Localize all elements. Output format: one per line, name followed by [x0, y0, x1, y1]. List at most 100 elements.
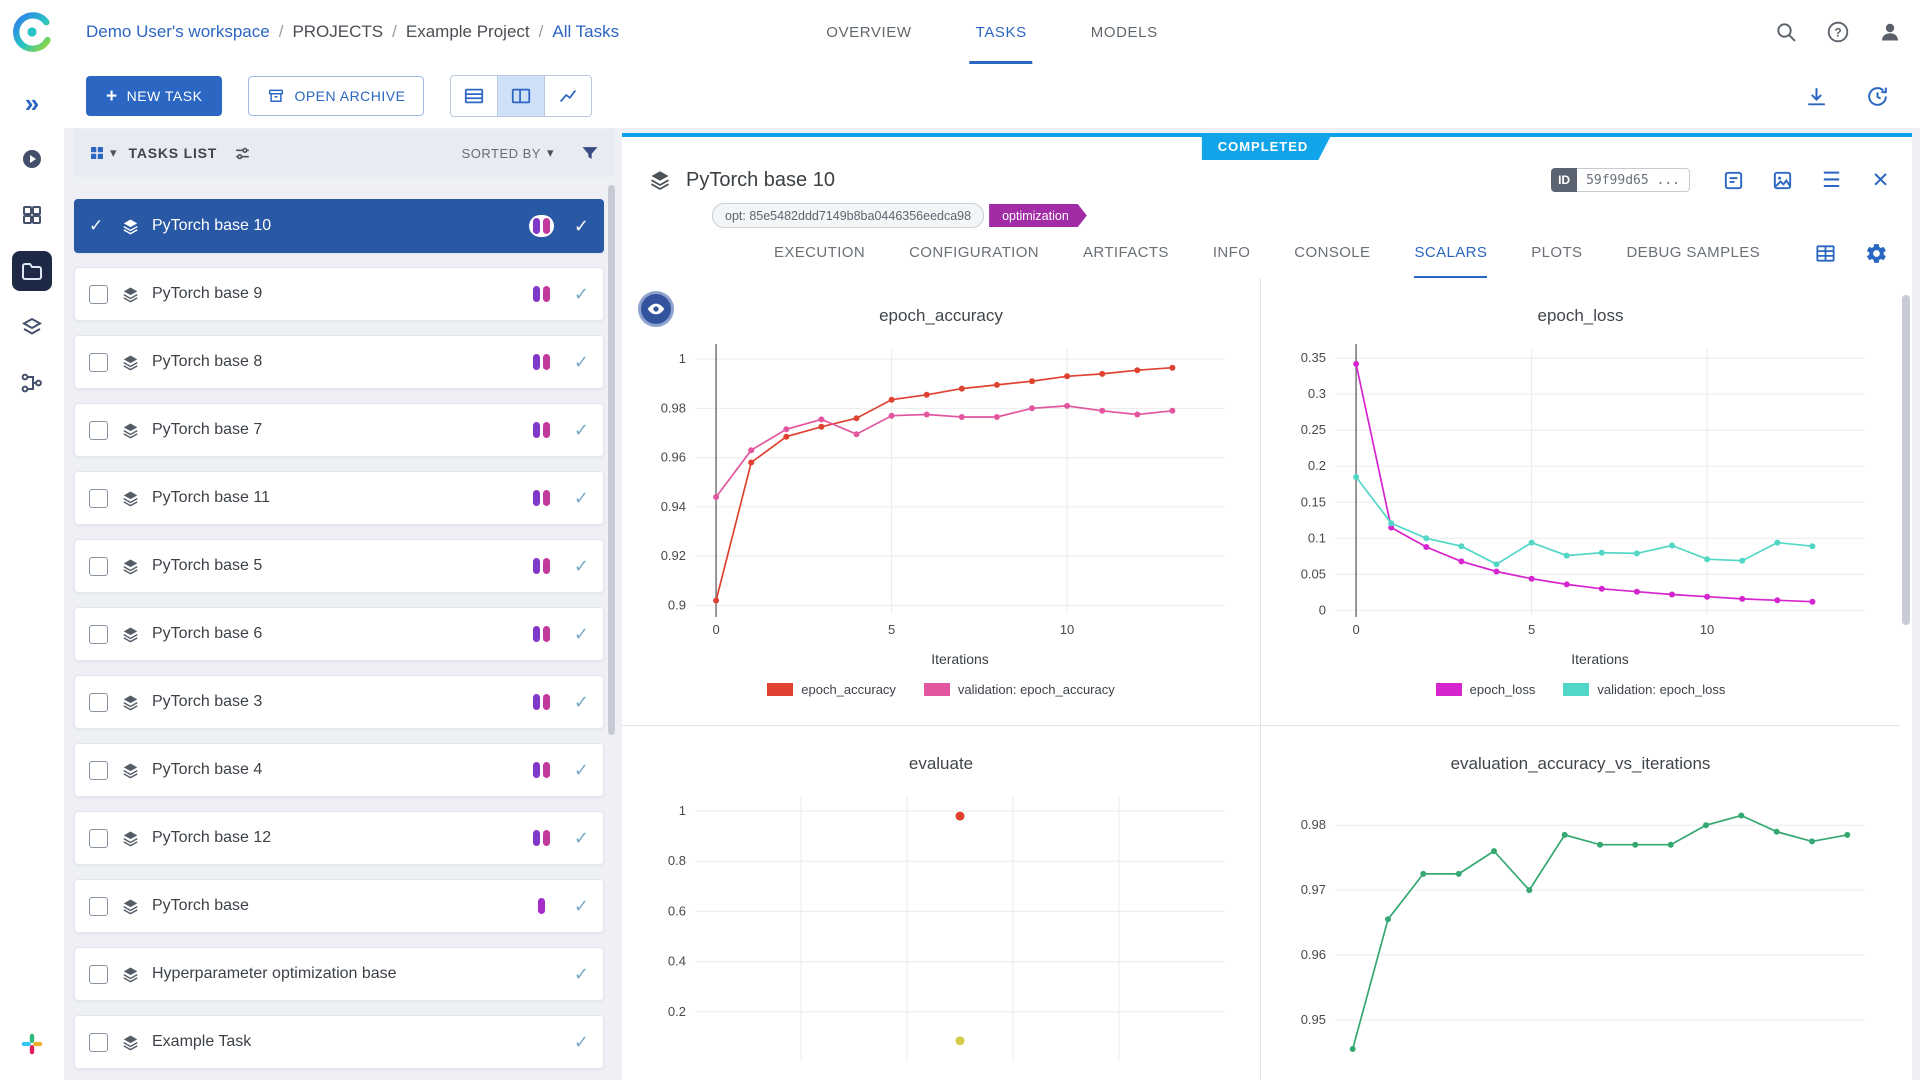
row-checkbox[interactable] [89, 285, 108, 304]
download-icon[interactable] [1804, 84, 1829, 109]
legend-item[interactable]: validation: epoch_accuracy [924, 682, 1115, 697]
task-row[interactable]: PyTorch base 8 ✓ [74, 335, 604, 389]
task-row[interactable]: PyTorch base 6 ✓ [74, 607, 604, 661]
chart-plot[interactable]: 05100.90.920.940.960.981Iterations [631, 336, 1251, 670]
task-row[interactable]: PyTorch base 11 ✓ [74, 471, 604, 525]
task-row[interactable]: PyTorch base ✓ [74, 879, 604, 933]
row-checkbox[interactable] [89, 761, 108, 780]
task-name[interactable]: PyTorch base 3 [152, 693, 262, 711]
projects-icon[interactable] [12, 251, 52, 291]
row-checkbox[interactable] [89, 625, 108, 644]
task-tag[interactable]: opt: 85e5482ddd7149b8ba0446356eedca98 [712, 203, 984, 228]
split-view-button[interactable] [497, 75, 545, 117]
customize-columns-icon[interactable] [233, 144, 252, 163]
legend-item[interactable]: validation: epoch_loss [1563, 682, 1725, 697]
legend-item[interactable]: epoch_loss [1436, 682, 1536, 697]
filter-icon[interactable] [580, 143, 600, 163]
row-checkbox[interactable] [89, 693, 108, 712]
new-task-button[interactable]: + NEW TASK [86, 76, 222, 116]
detail-tab-artifacts[interactable]: ARTIFACTS [1083, 229, 1169, 278]
quickstart-icon[interactable]: » [12, 83, 52, 123]
row-checkbox[interactable] [89, 897, 108, 916]
task-name[interactable]: PyTorch base 9 [152, 285, 262, 303]
workers-queues-icon[interactable] [12, 139, 52, 179]
top-tab-models[interactable]: MODELS [1085, 0, 1164, 64]
clearml-logo-icon[interactable] [9, 9, 55, 55]
task-row[interactable]: PyTorch base 12 ✓ [74, 811, 604, 865]
task-name[interactable]: PyTorch base [152, 897, 249, 915]
task-row[interactable]: Example Task ✓ [74, 1015, 604, 1069]
open-archive-button[interactable]: OPEN ARCHIVE [248, 76, 424, 116]
view-mode-dropdown[interactable]: ▾ [88, 144, 117, 162]
row-checkbox[interactable] [89, 557, 108, 576]
detail-tabs-row: EXECUTION CONFIGURATION ARTIFACTS INFO CONSO… [622, 229, 1912, 278]
gear-icon[interactable] [1865, 242, 1888, 265]
task-name[interactable]: Example Task [152, 1033, 251, 1051]
top-tab-tasks[interactable]: TASKS [970, 0, 1033, 64]
task-row[interactable]: PyTorch base 3 ✓ [74, 675, 604, 729]
task-name[interactable]: PyTorch base 11 [152, 489, 270, 507]
breadcrumb-item[interactable]: Example Project [406, 22, 530, 42]
task-name[interactable]: PyTorch base 6 [152, 625, 262, 643]
breadcrumb-separator: / [279, 22, 284, 42]
pipelines-icon[interactable] [12, 363, 52, 403]
header-tabs: OVERVIEW TASKS MODELS [820, 0, 1163, 64]
row-checkbox[interactable] [89, 829, 108, 848]
detail-tab-console[interactable]: CONSOLE [1294, 229, 1370, 278]
row-checkbox[interactable] [89, 1033, 108, 1052]
detail-tab-debug-samples[interactable]: DEBUG SAMPLES [1626, 229, 1760, 278]
menu-icon[interactable]: ☰ [1820, 169, 1843, 192]
task-row[interactable]: PyTorch base 5 ✓ [74, 539, 604, 593]
reports-icon[interactable] [12, 195, 52, 235]
row-checkbox[interactable] [89, 965, 108, 984]
task-id-pill[interactable]: ID 59f99d65 ... [1551, 168, 1690, 192]
task-row[interactable]: PyTorch base 4 ✓ [74, 743, 604, 797]
detail-tab-plots[interactable]: PLOTS [1531, 229, 1582, 278]
task-row[interactable]: PyTorch base 9 ✓ [74, 267, 604, 321]
row-selected-check-icon[interactable]: ✓ [89, 216, 108, 236]
sorted-by-dropdown[interactable]: SORTED BY ▾ [462, 145, 554, 161]
task-name[interactable]: Hyperparameter optimization base [152, 965, 397, 983]
table-view-button[interactable] [450, 75, 498, 117]
detail-scrollbar[interactable] [1902, 295, 1910, 625]
help-icon[interactable]: ? [1826, 20, 1850, 44]
task-tag[interactable]: optimization [989, 204, 1087, 227]
search-icon[interactable] [1774, 20, 1798, 44]
task-name[interactable]: PyTorch base 5 [152, 557, 262, 575]
task-row[interactable]: PyTorch base 7 ✓ [74, 403, 604, 457]
breadcrumb-item[interactable]: All Tasks [552, 22, 619, 42]
detail-tab-scalars[interactable]: SCALARS [1414, 229, 1487, 278]
close-icon[interactable]: ✕ [1869, 169, 1892, 192]
preview-image-icon[interactable] [1771, 169, 1794, 192]
chart-plot[interactable]: 051000.050.10.150.20.250.30.35Iterations [1271, 336, 1891, 670]
chart-view-button[interactable] [544, 75, 592, 117]
task-name[interactable]: PyTorch base 12 [152, 829, 271, 847]
breadcrumb-item[interactable]: PROJECTS [292, 22, 383, 42]
detail-tab-info[interactable]: INFO [1213, 229, 1250, 278]
graph-visibility-button[interactable] [638, 291, 674, 327]
profile-avatar-icon[interactable] [1878, 20, 1902, 44]
task-name[interactable]: PyTorch base 4 [152, 761, 262, 779]
task-name[interactable]: PyTorch base 10 [152, 217, 271, 235]
slack-icon[interactable] [19, 1031, 45, 1062]
datasets-icon[interactable] [12, 307, 52, 347]
task-row[interactable]: ✓ PyTorch base 10 ✓ [74, 199, 604, 253]
task-row[interactable]: Hyperparameter optimization base ✓ [74, 947, 604, 1001]
tasks-scrollbar[interactable] [608, 185, 615, 735]
task-name[interactable]: PyTorch base 7 [152, 421, 262, 439]
task-name[interactable]: PyTorch base 8 [152, 353, 262, 371]
breadcrumb-item[interactable]: Demo User's workspace [86, 22, 270, 42]
chart-plot[interactable]: 0.20.40.60.81 [631, 784, 1251, 1080]
metrics-table-icon[interactable] [1814, 242, 1837, 265]
auto-refresh-icon[interactable] [1865, 84, 1890, 109]
legend-item[interactable]: epoch_accuracy [767, 682, 896, 697]
task-detail-panel: COMPLETED PyTorch base 10 ID 59f99d65 ..… [622, 133, 1912, 1080]
top-tab-overview[interactable]: OVERVIEW [820, 0, 917, 64]
row-checkbox[interactable] [89, 353, 108, 372]
detail-tab-execution[interactable]: EXECUTION [774, 229, 865, 278]
row-checkbox[interactable] [89, 489, 108, 508]
row-checkbox[interactable] [89, 421, 108, 440]
chart-plot[interactable]: 0.950.960.970.98 [1271, 784, 1891, 1080]
description-icon[interactable] [1722, 169, 1745, 192]
detail-tab-configuration[interactable]: CONFIGURATION [909, 229, 1039, 278]
